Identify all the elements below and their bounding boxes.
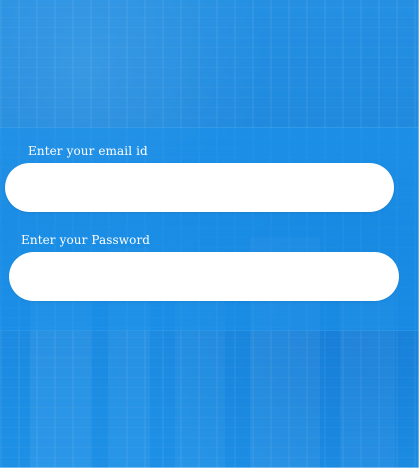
password-input[interactable] bbox=[9, 252, 399, 301]
email-label: Enter your email id bbox=[28, 144, 148, 158]
password-label: Enter your Password bbox=[21, 233, 151, 247]
email-input[interactable] bbox=[5, 163, 394, 212]
